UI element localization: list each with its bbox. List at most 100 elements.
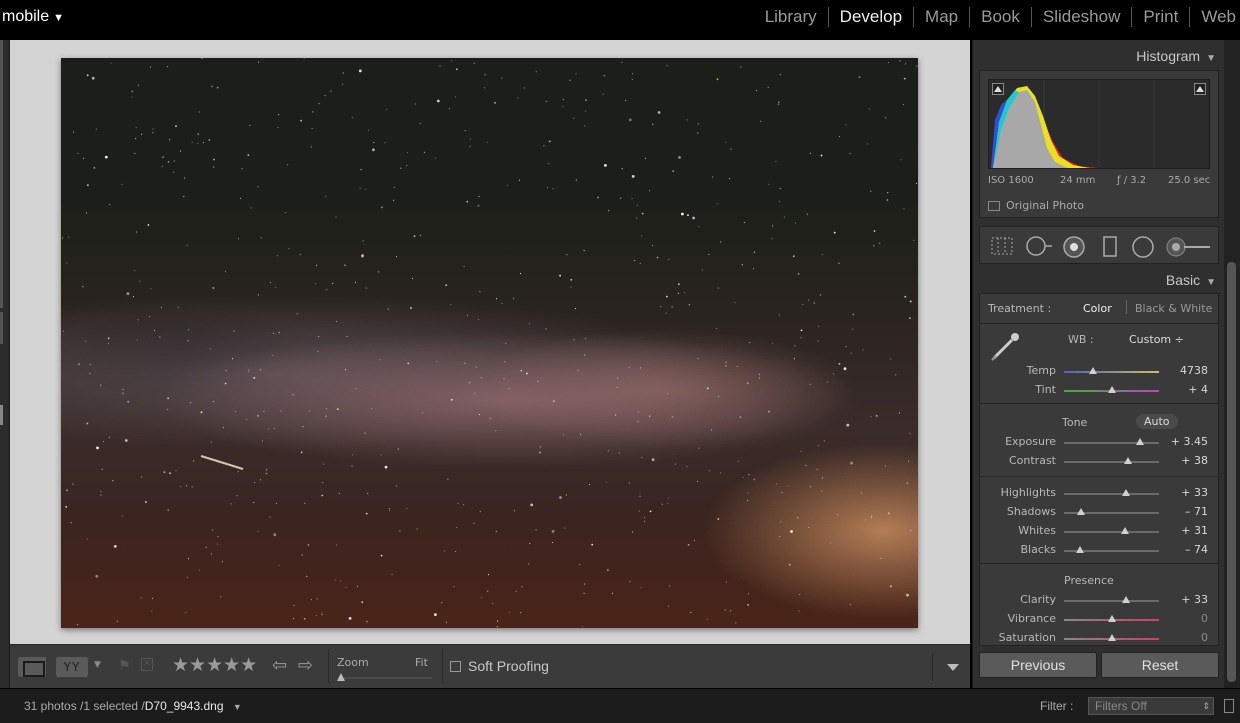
star-dot (776, 483, 778, 485)
auto-tone-button[interactable]: Auto (1136, 414, 1178, 429)
shadows-value[interactable]: – 71 (1168, 505, 1208, 518)
scrollbar-thumb[interactable] (1227, 262, 1236, 682)
histogram-header[interactable]: Histogram ▼ (1136, 48, 1216, 64)
vibrance-value[interactable]: 0 (1168, 612, 1208, 625)
eyedropper-icon[interactable] (988, 330, 1022, 364)
temp-slider[interactable] (1064, 367, 1159, 374)
tint-slider[interactable] (1064, 386, 1159, 393)
slider-knob[interactable] (1121, 489, 1130, 496)
soft-proofing-label[interactable]: Soft Proofing (468, 658, 549, 674)
module-library[interactable]: Library (754, 7, 828, 27)
star-dot (197, 133, 200, 136)
tint-value[interactable]: + 4 (1168, 383, 1208, 396)
before-after-dropdown-icon[interactable]: ▼ (94, 660, 101, 670)
module-web[interactable]: Web (1189, 7, 1240, 27)
star-dot (641, 235, 643, 237)
star-dot (707, 618, 709, 620)
star-dot (400, 167, 402, 169)
selection-info[interactable]: 31 photos /1 selected /D70_9943.dng ▼ (24, 699, 242, 713)
radial-filter-icon[interactable] (1132, 236, 1156, 258)
star-dot (797, 517, 799, 519)
module-map[interactable]: Map (913, 7, 969, 27)
graduated-filter-icon[interactable] (1101, 236, 1119, 258)
vibrance-slider[interactable] (1064, 615, 1159, 622)
left-panel-collapsed[interactable] (0, 40, 10, 688)
module-develop[interactable]: Develop (827, 7, 913, 27)
whites-slider[interactable] (1064, 527, 1159, 534)
saturation-slider[interactable] (1064, 634, 1159, 641)
highlight-clipping-toggle[interactable] (1194, 83, 1206, 95)
blacks-slider[interactable] (1064, 546, 1159, 553)
adjustment-brush-icon[interactable] (1166, 236, 1214, 258)
star-dot (93, 167, 96, 169)
reject-flag-icon[interactable]: ✕ (141, 658, 153, 671)
basic-header[interactable]: Basic ▼ (1166, 272, 1216, 288)
slider-knob[interactable] (1123, 457, 1132, 464)
spot-removal-icon[interactable] (1026, 236, 1054, 256)
star-dot (372, 148, 375, 152)
shutter-readout: 25.0 sec (1168, 175, 1211, 186)
module-slideshow[interactable]: Slideshow (1030, 7, 1132, 27)
star-dot (852, 313, 855, 316)
star-dot (899, 60, 901, 62)
slider-knob[interactable] (1107, 634, 1116, 641)
photo-canvas[interactable] (10, 40, 970, 644)
crop-overlay-icon[interactable] (990, 236, 1014, 256)
slider-knob[interactable] (1136, 438, 1144, 445)
filter-select[interactable]: Filters Off ⇕ (1088, 697, 1214, 715)
before-after-button[interactable]: YY (56, 657, 88, 677)
red-eye-icon[interactable] (1063, 236, 1087, 258)
star-dot (657, 111, 661, 114)
original-photo-label[interactable]: Original Photo (1006, 199, 1084, 212)
shadow-clipping-toggle[interactable] (992, 83, 1004, 95)
toolbar-content-dropdown[interactable] (932, 653, 962, 681)
slider-knob[interactable] (1121, 596, 1130, 603)
exposure-value[interactable]: + 3.45 (1168, 435, 1208, 448)
highlights-value[interactable]: + 33 (1168, 486, 1208, 499)
filter-lock-icon[interactable] (1224, 699, 1234, 713)
loupe-view-button[interactable] (18, 657, 46, 677)
contrast-value[interactable]: + 38 (1168, 454, 1208, 467)
treatment-color-option[interactable]: Color (1083, 302, 1112, 315)
star-dot (486, 141, 488, 143)
star-rating[interactable]: ★★★★★ (172, 654, 257, 676)
module-book[interactable]: Book (969, 7, 1031, 27)
blacks-value[interactable]: – 74 (1168, 543, 1208, 556)
histogram-graph[interactable] (988, 79, 1210, 169)
star-dot (880, 557, 882, 559)
star-dot (63, 330, 65, 332)
module-print[interactable]: Print (1131, 7, 1189, 27)
next-photo-icon[interactable]: ⇨ (298, 655, 313, 676)
slider-knob[interactable] (1076, 546, 1085, 553)
catalog-selector[interactable]: mobile ▼ (2, 8, 64, 26)
exposure-slider[interactable] (1064, 438, 1159, 445)
photo-preview[interactable] (61, 58, 918, 628)
star-dot (798, 610, 800, 612)
original-photo-checkbox[interactable] (988, 201, 1000, 211)
contrast-slider[interactable] (1064, 457, 1159, 464)
flag-icon[interactable]: ⚑ (118, 658, 131, 674)
whites-value[interactable]: + 31 (1168, 524, 1208, 537)
slider-knob[interactable] (1108, 386, 1117, 393)
slider-knob[interactable] (1120, 527, 1129, 534)
shadows-slider[interactable] (1064, 508, 1159, 515)
saturation-value[interactable]: 0 (1168, 631, 1208, 644)
wb-select[interactable]: Custom ÷ (1129, 333, 1184, 346)
previous-photo-icon[interactable]: ⇦ (272, 655, 287, 676)
slider-knob[interactable] (1077, 508, 1086, 515)
previous-button[interactable]: Previous (979, 652, 1097, 678)
treatment-bw-option[interactable]: Black & White (1135, 302, 1212, 315)
temp-value[interactable]: 4738 (1168, 364, 1208, 377)
filename-dropdown-icon[interactable]: ▼ (233, 702, 242, 712)
slider-knob[interactable] (1107, 615, 1116, 622)
clarity-value[interactable]: + 33 (1168, 593, 1208, 606)
slider-knob[interactable] (1088, 367, 1097, 374)
soft-proofing-checkbox[interactable] (450, 661, 461, 672)
right-panel-scrollbar[interactable] (1224, 40, 1240, 688)
star-dot (621, 168, 623, 170)
highlights-slider[interactable] (1064, 489, 1159, 496)
clarity-slider[interactable] (1064, 596, 1159, 603)
toolbar-divider (442, 649, 443, 683)
reset-button[interactable]: Reset (1101, 652, 1219, 678)
zoom-slider[interactable] (338, 677, 432, 679)
